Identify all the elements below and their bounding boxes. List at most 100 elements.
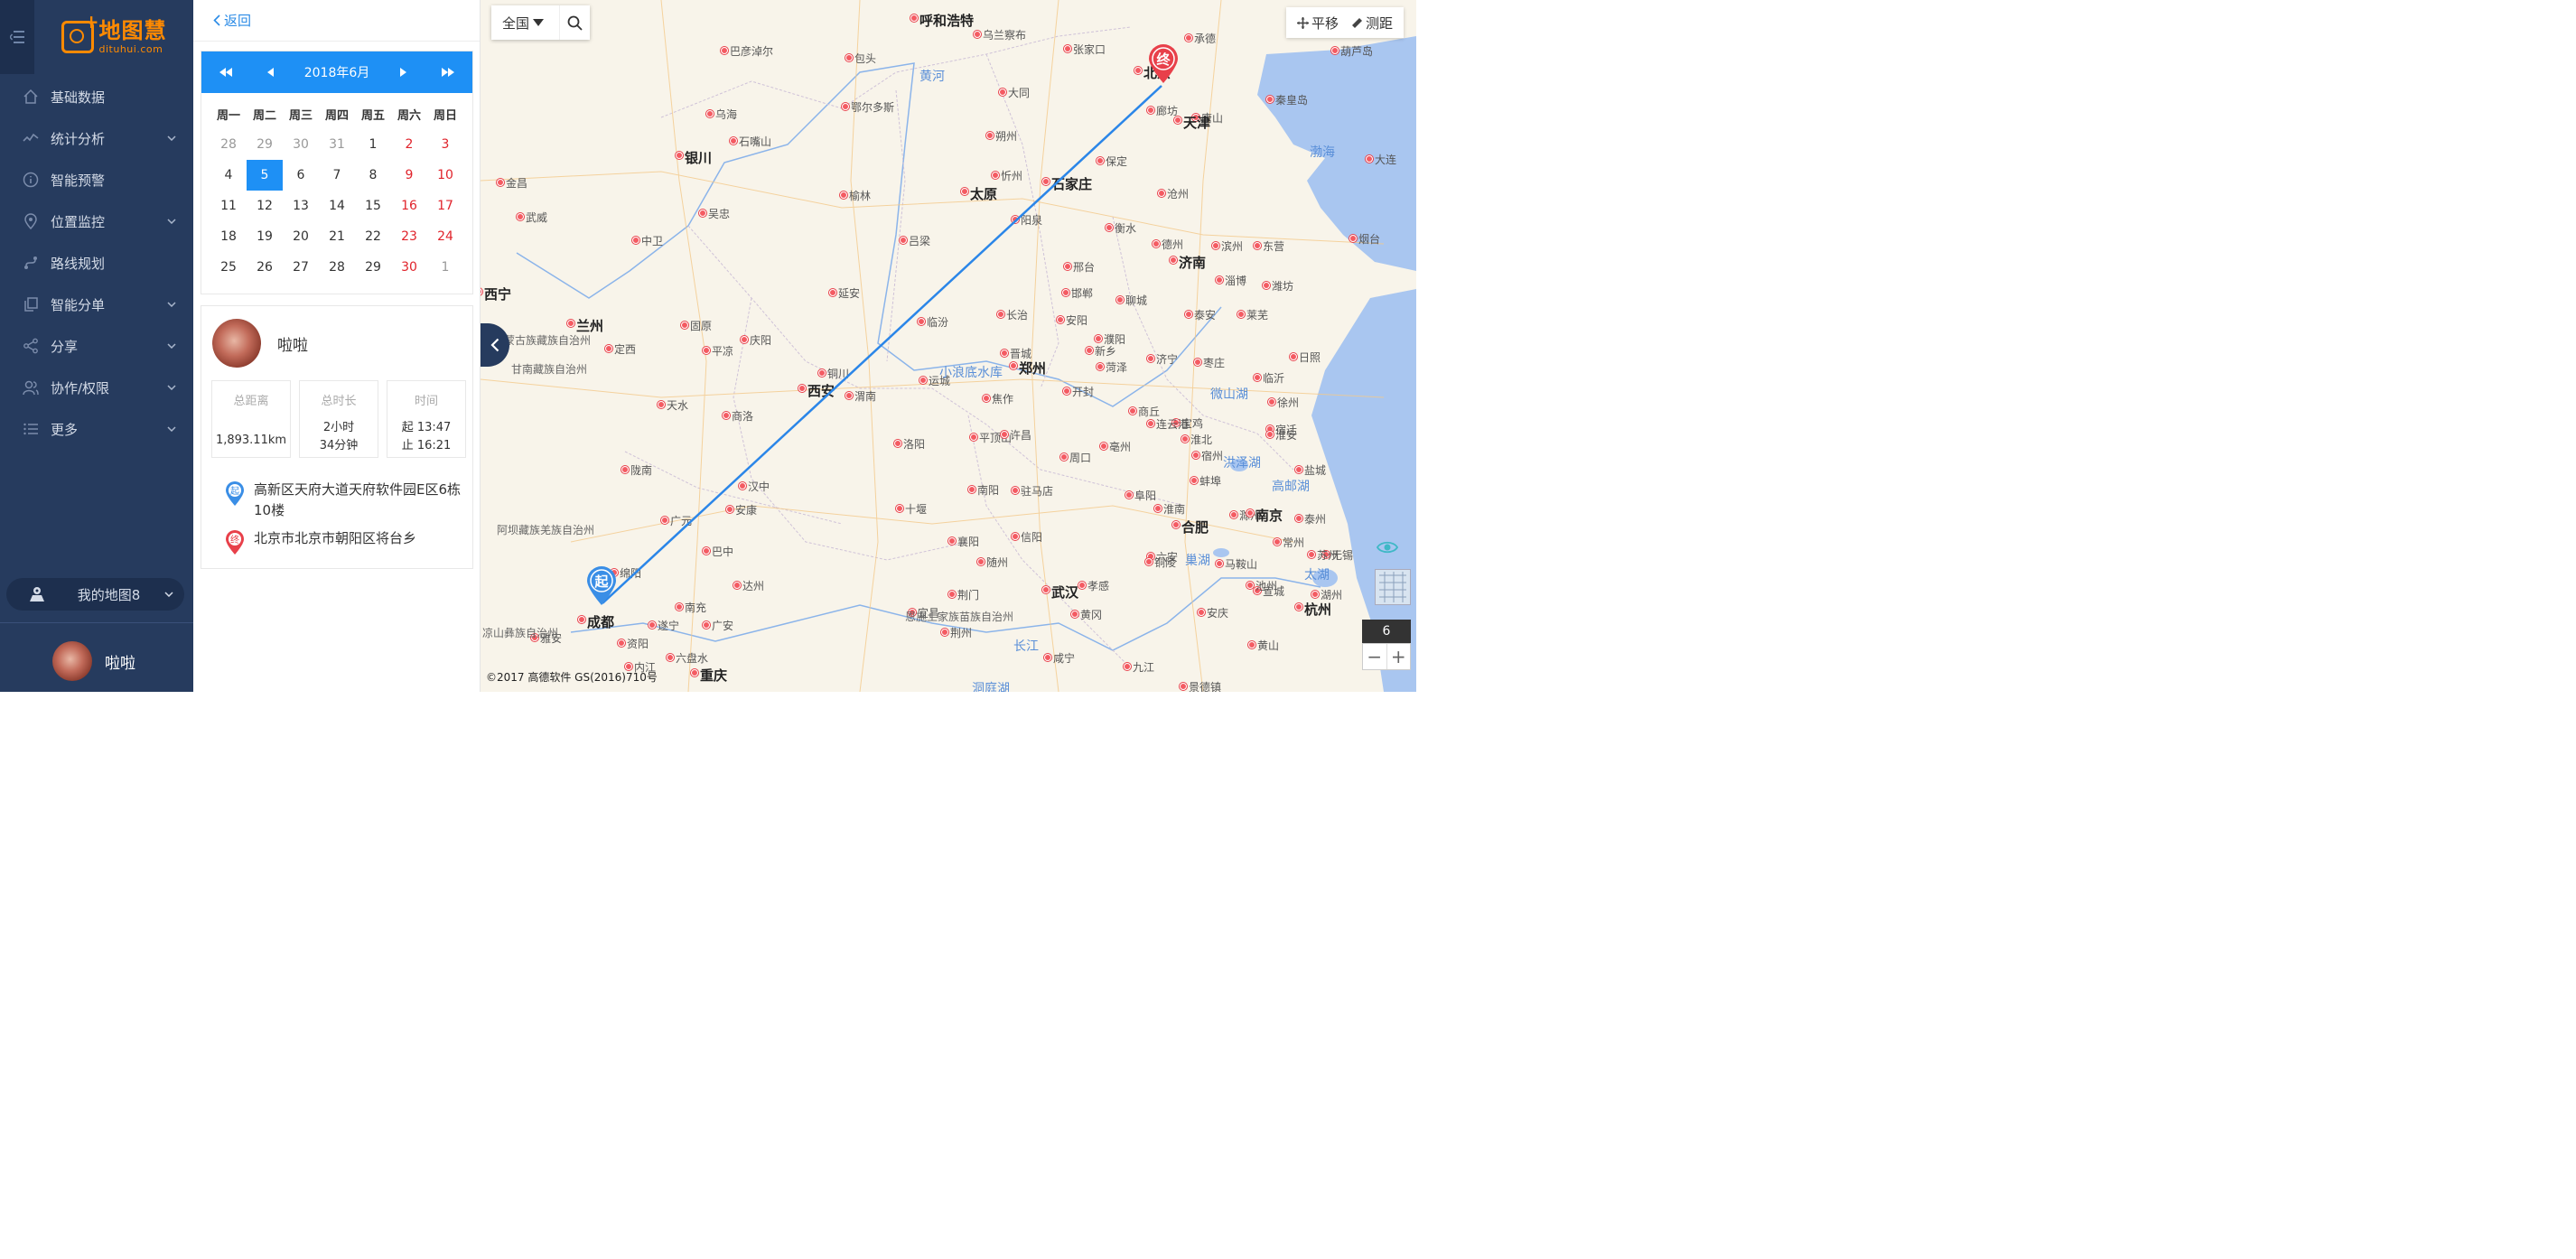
start-marker-icon[interactable]: 起 xyxy=(585,565,618,607)
city-dot-icon xyxy=(1295,603,1302,611)
calendar-day[interactable]: 3 xyxy=(427,129,463,160)
sidebar-item-2[interactable]: 统计分析 xyxy=(0,117,193,159)
sidebar-user[interactable]: 啦啦 xyxy=(52,641,135,681)
avatar[interactable] xyxy=(52,641,92,681)
city-dot-icon xyxy=(1012,216,1019,223)
city-label: 葫芦岛 xyxy=(1340,45,1374,58)
city-label-major: 西安 xyxy=(807,383,835,399)
water-label: 高邮湖 xyxy=(1272,480,1310,494)
city-dot-icon xyxy=(723,412,730,419)
sidebar-item-6[interactable]: 智能分单 xyxy=(0,284,193,325)
calendar-day[interactable]: 4 xyxy=(210,160,247,191)
calendar-day[interactable]: 13 xyxy=(283,191,319,221)
calendar-day[interactable]: 15 xyxy=(355,191,391,221)
sidebar-item-9[interactable]: 更多 xyxy=(0,408,193,450)
calendar-day[interactable]: 19 xyxy=(247,221,283,252)
calendar-day[interactable]: 18 xyxy=(210,221,247,252)
map-view[interactable]: 巴彦淖尔 乌兰察布 张家口 承德 葫芦岛 包头 大同 乌海 鄂尔多斯 朔州 廊坊 唐山 秦皇岛 石嘴山 忻州… xyxy=(481,0,1416,692)
city-label: 洛阳 xyxy=(903,438,926,451)
calendar-day[interactable]: 16 xyxy=(391,191,427,221)
city-label: 聊城 xyxy=(1125,294,1148,307)
calendar-day[interactable]: 12 xyxy=(247,191,283,221)
next-year-button[interactable] xyxy=(436,61,460,84)
calendar-day[interactable]: 11 xyxy=(210,191,247,221)
city-dot-icon xyxy=(733,582,741,589)
calendar-day[interactable]: 31 xyxy=(319,129,355,160)
back-link[interactable]: 返回 xyxy=(193,0,480,42)
calendar-day[interactable]: 14 xyxy=(319,191,355,221)
calendar-day[interactable]: 7 xyxy=(319,160,355,191)
sidebar-item-8[interactable]: 协作/权限 xyxy=(0,367,193,408)
prev-year-button[interactable] xyxy=(214,61,238,84)
calendar-day[interactable]: 8 xyxy=(355,160,391,191)
calendar-day[interactable]: 10 xyxy=(427,160,463,191)
zoom-in-button[interactable]: + xyxy=(1386,644,1411,669)
city-label: 东营 xyxy=(1263,240,1285,253)
city-dot-icon xyxy=(1147,420,1154,427)
logo[interactable]: 地图慧 dituhui.com xyxy=(34,0,193,74)
end-marker-icon[interactable]: 终 xyxy=(1147,43,1180,85)
region-label: 凉山彝族自治州 xyxy=(482,627,559,639)
city-dot-icon xyxy=(1254,242,1261,249)
city-label: 忻州 xyxy=(1001,170,1023,182)
water-label: 洞庭湖 xyxy=(972,682,1010,692)
calendar-day[interactable]: 2 xyxy=(391,129,427,160)
calendar-day[interactable]: 27 xyxy=(283,252,319,283)
sidebar-item-7[interactable]: 分享 xyxy=(0,325,193,367)
sidebar-item-3[interactable]: 智能预警 xyxy=(0,159,193,201)
calendar-day[interactable]: 6 xyxy=(283,160,319,191)
city-dot-icon xyxy=(919,377,927,384)
calendar-day[interactable]: 29 xyxy=(355,252,391,283)
sidebar-item-label: 统计分析 xyxy=(51,130,106,147)
city-label-major: 太原 xyxy=(970,186,998,202)
city-dot-icon xyxy=(578,616,585,623)
city-label: 巴中 xyxy=(712,546,734,558)
calendar-day[interactable]: 21 xyxy=(319,221,355,252)
city-dot-icon xyxy=(703,621,710,629)
calendar-day[interactable]: 30 xyxy=(283,129,319,160)
calendar-day[interactable]: 23 xyxy=(391,221,427,252)
my-map-selector[interactable]: 我的地图8 xyxy=(6,578,184,611)
sidebar-item-5[interactable]: 路线规划 xyxy=(0,242,193,284)
zoom-out-button[interactable]: − xyxy=(1363,644,1386,669)
calendar-day[interactable]: 1 xyxy=(355,129,391,160)
city-label: 长治 xyxy=(1006,309,1029,322)
city-dot-icon xyxy=(1062,289,1069,296)
pan-tool-button[interactable]: 平移 xyxy=(1296,14,1339,33)
city-label: 中卫 xyxy=(641,235,664,247)
water-label: 洪泽湖 xyxy=(1223,456,1261,471)
calendar-day[interactable]: 25 xyxy=(210,252,247,283)
sidebar-item-4[interactable]: 位置监控 xyxy=(0,201,193,242)
search-button[interactable] xyxy=(559,5,590,40)
next-month-button[interactable] xyxy=(391,61,415,84)
layer-switch-thumbnail[interactable] xyxy=(1375,569,1411,605)
calendar-day-selected[interactable]: 5 xyxy=(247,160,283,191)
visibility-toggle[interactable] xyxy=(1375,535,1400,560)
calendar-day[interactable]: 22 xyxy=(355,221,391,252)
calendar-day[interactable]: 26 xyxy=(247,252,283,283)
sidebar-toggle-button[interactable] xyxy=(0,0,34,74)
calendar-day[interactable]: 29 xyxy=(247,129,283,160)
calendar-day[interactable]: 28 xyxy=(319,252,355,283)
sidebar-item-1[interactable]: 基础数据 xyxy=(0,76,193,117)
end-pin-icon: 终 xyxy=(226,530,244,555)
city-label: 安庆 xyxy=(1207,607,1229,620)
calendar-day[interactable]: 1 xyxy=(427,252,463,283)
calendar-day[interactable]: 24 xyxy=(427,221,463,252)
city-label: 盐城 xyxy=(1304,464,1327,477)
calendar-day[interactable]: 9 xyxy=(391,160,427,191)
calendar-day[interactable]: 17 xyxy=(427,191,463,221)
region-selector[interactable]: 全国 xyxy=(502,14,545,33)
region-label: 全国 xyxy=(502,14,530,32)
city-dot-icon xyxy=(992,172,999,179)
chevron-down-icon xyxy=(166,340,177,351)
city-dot-icon xyxy=(1106,224,1113,231)
city-dot-icon xyxy=(1181,435,1189,443)
calendar-day[interactable]: 30 xyxy=(391,252,427,283)
prev-month-button[interactable] xyxy=(259,61,283,84)
calendar-day[interactable]: 28 xyxy=(210,129,247,160)
calendar-day[interactable]: 20 xyxy=(283,221,319,252)
city-label: 泰安 xyxy=(1194,309,1217,322)
city-dot-icon xyxy=(1268,398,1275,406)
measure-tool-button[interactable]: 测距 xyxy=(1351,14,1393,33)
